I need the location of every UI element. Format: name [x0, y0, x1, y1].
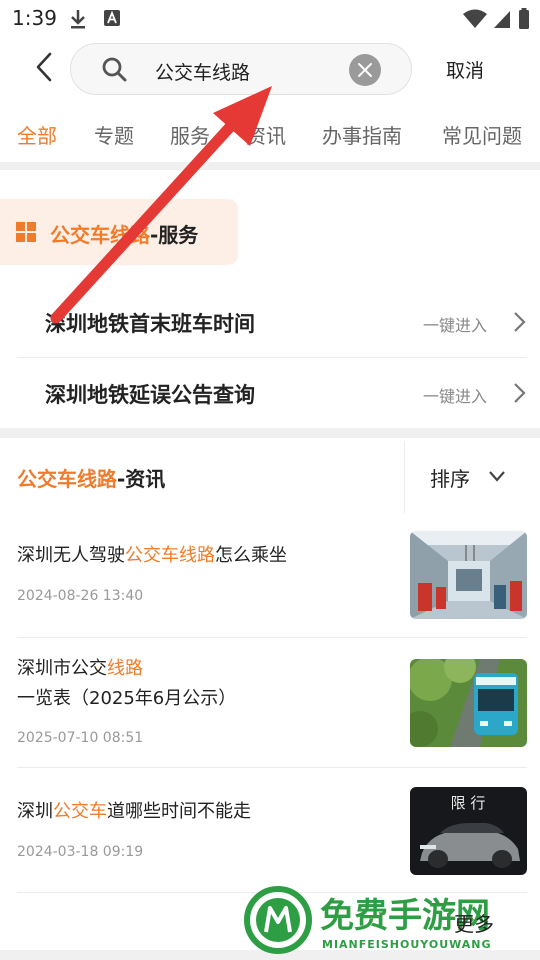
watermark-logo: 免费手游网 MIANFEISHOUYOUWANG 更多: [244, 884, 540, 960]
more-link[interactable]: 更多: [454, 908, 494, 937]
watermark-pinyin: MIANFEISHOUYOUWANG: [322, 938, 492, 951]
annotation-arrow: [50, 86, 272, 324]
